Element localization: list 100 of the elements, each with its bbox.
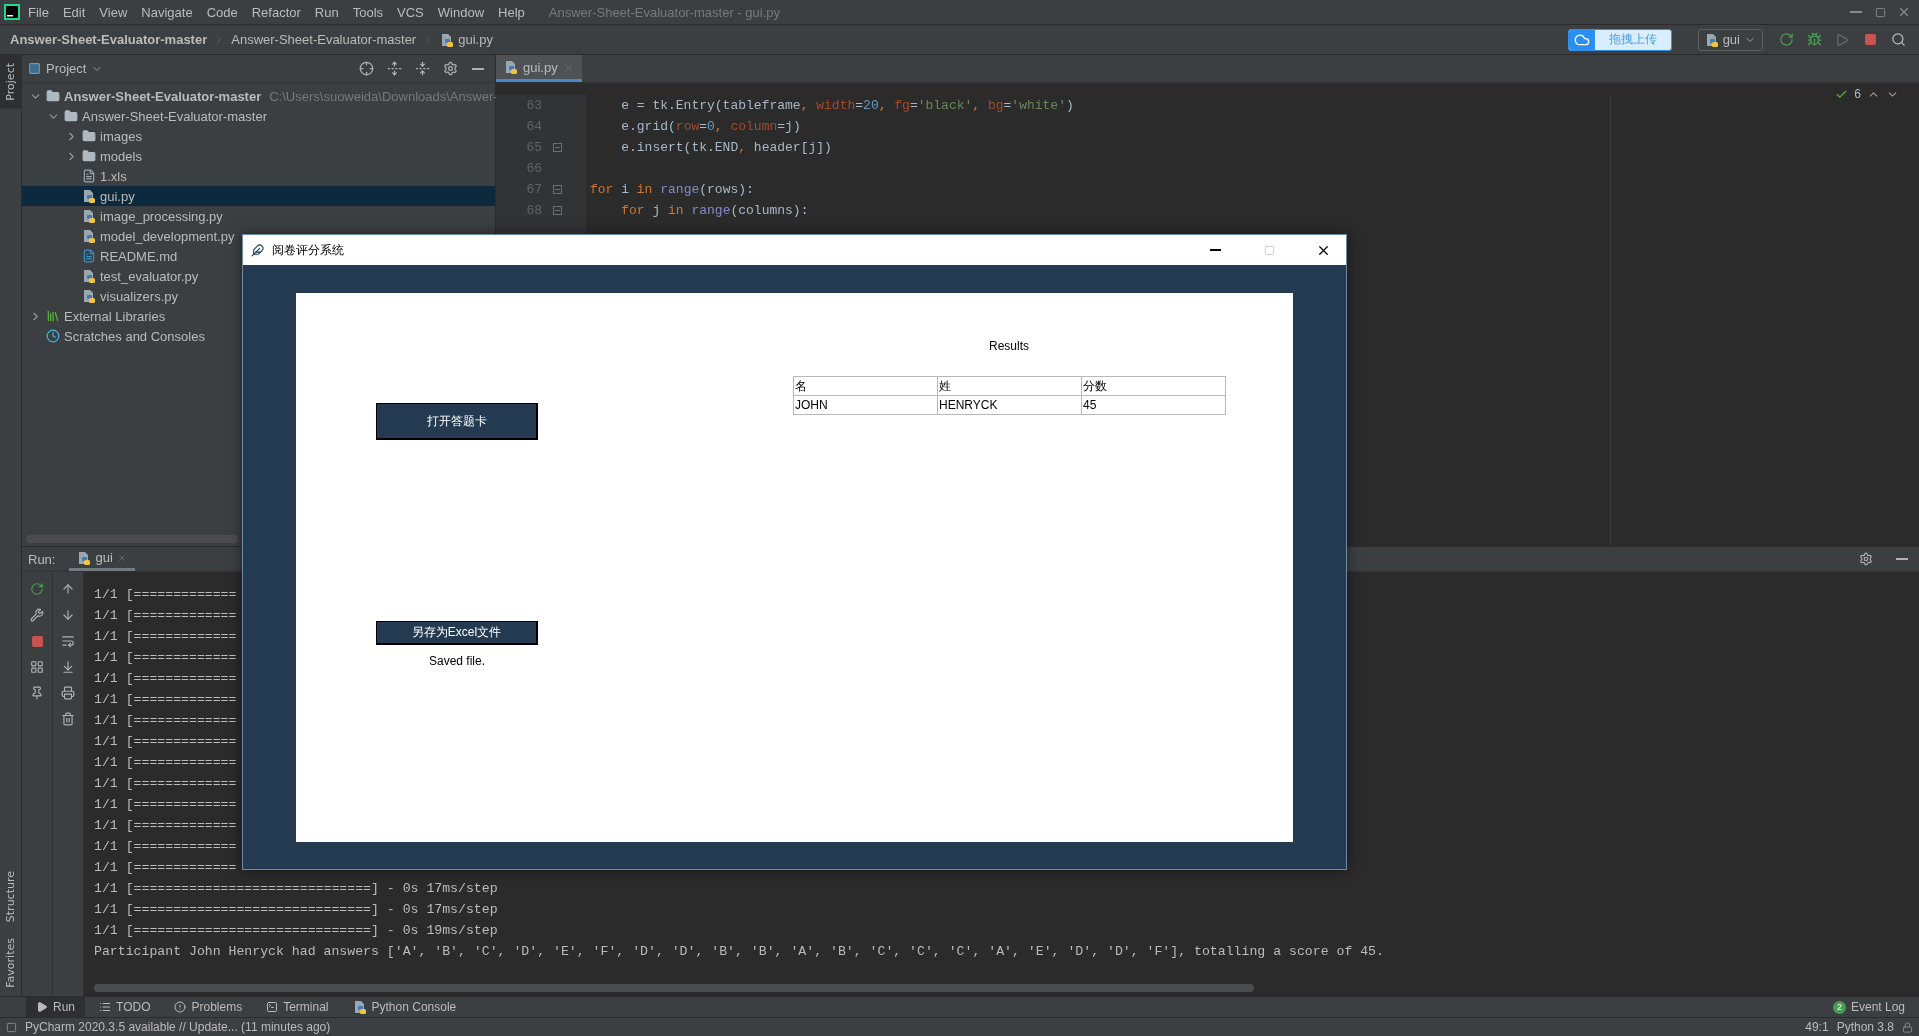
console-line: 1/1 [============= [94, 628, 237, 646]
folder-icon [82, 149, 96, 163]
console-line: 1/1 [============= [94, 817, 237, 835]
status-label: Saved file. [427, 654, 486, 668]
menu-item[interactable]: View [93, 2, 134, 22]
menu-item[interactable]: Help [492, 2, 531, 22]
close-icon [562, 61, 574, 73]
table-cell[interactable]: 分数 [1081, 376, 1226, 396]
window-title: Answer-Sheet-Evaluator-master - gui.py [548, 4, 780, 20]
status-icon [6, 1021, 17, 1033]
save-excel-button[interactable]: 另存为Excel文件 [376, 621, 538, 645]
maximize-icon [1874, 6, 1886, 18]
tree-item[interactable]: images [22, 126, 142, 146]
python-file-icon [440, 32, 455, 47]
tool-tab[interactable]: TODO [89, 997, 161, 1017]
menu-item[interactable]: Window [431, 2, 491, 22]
printer-icon [61, 686, 75, 700]
stop-icon [1863, 33, 1877, 46]
tool-tab[interactable]: Python Console [342, 997, 467, 1017]
side-tab[interactable]: Favorites [0, 930, 21, 996]
menu-item[interactable]: VCS [391, 2, 430, 22]
run-config-dropdown[interactable]: gui [1697, 28, 1763, 51]
console-line: 1/1 [============= [94, 754, 237, 772]
python-icon [77, 550, 92, 565]
tree-item[interactable]: 1.xls [22, 166, 127, 186]
trash-icon [61, 712, 75, 726]
clock-icon [46, 329, 60, 343]
table-cell[interactable]: JOHN [793, 395, 938, 415]
console-line: 1/1 [============= [94, 670, 237, 688]
tree-item[interactable]: model_development.py [22, 226, 235, 246]
console-line: 1/1 [============= [94, 712, 237, 730]
tree-item[interactable]: External Libraries [22, 306, 166, 326]
code-line: for j in range(columns): [620, 202, 810, 220]
pin-icon [30, 686, 44, 700]
tree-item[interactable]: gui.py [22, 186, 495, 206]
console-line: 1/1 [==============================] - 0s 17ms/step [94, 901, 498, 919]
close-icon [1897, 5, 1911, 19]
console-line: 1/1 [============= [94, 607, 237, 625]
tree-item[interactable]: Answer-Sheet-Evaluator-master C:\Users\suoweida\Downloads\Answer- [22, 86, 498, 106]
tree-item[interactable]: image_processing.py [22, 206, 223, 226]
project-view-dropdown[interactable]: Project [28, 61, 104, 76]
interpreter-label[interactable]: Python 3.8 [1836, 1020, 1894, 1034]
console-line: Participant John Henryck had answers ['A', 'B', 'C', 'D', 'E', 'F', 'D', 'D', 'B', 'B', 'A', 'B', 'C', 'C', 'C', 'A', 'E', 'D', 'D', 'F'], totalling a score of 45. [94, 943, 1384, 961]
close-icon [116, 552, 127, 563]
tree-item[interactable]: Answer-Sheet-Evaluator-master [22, 106, 267, 126]
play-icon [1835, 32, 1849, 47]
console-line: 1/1 [============= [94, 838, 237, 856]
scroll-end-icon [61, 660, 75, 674]
rerun-icon [1778, 32, 1794, 47]
inspection-count[interactable]: 6 [1854, 87, 1861, 101]
bug-icon [1806, 32, 1822, 47]
search-icon [1890, 32, 1906, 47]
open-answer-sheet-button[interactable]: 打开答题卡 [376, 403, 538, 440]
code-line: e.insert(tk.END, header[j]) [620, 139, 833, 157]
crosshair-icon [358, 61, 374, 76]
terminal-icon [266, 1001, 279, 1013]
menu-item[interactable]: Edit [56, 2, 92, 22]
breadcrumb[interactable]: Answer-Sheet-Evaluator-master [231, 32, 417, 47]
breadcrumb[interactable]: Answer-Sheet-Evaluator-master [10, 32, 208, 47]
python-file-icon [504, 60, 518, 74]
menu-item[interactable]: Tools [346, 2, 390, 22]
menu-item[interactable]: Refactor [245, 2, 307, 22]
list-icon [99, 1001, 111, 1013]
minimize-icon [1850, 11, 1862, 13]
wrap-icon [61, 634, 75, 648]
scrollbar[interactable] [94, 984, 1254, 992]
table-cell[interactable]: 45 [1081, 395, 1226, 415]
side-tab[interactable]: Project [0, 55, 21, 109]
event-log-tab[interactable]: 2 Event Log [1822, 997, 1915, 1017]
markdown-file-icon [82, 249, 96, 263]
minimize-icon [1209, 249, 1221, 251]
menu-item[interactable]: Run [308, 2, 345, 22]
scrollbar[interactable] [26, 535, 238, 543]
tree-item[interactable]: models [22, 146, 142, 166]
table-cell[interactable]: 名 [793, 376, 938, 396]
breadcrumb[interactable]: gui.py [440, 32, 493, 47]
python-icon [1704, 32, 1719, 47]
side-tab[interactable]: Structure [0, 863, 21, 931]
console-line: 1/1 [============= [94, 796, 237, 814]
minus-icon [472, 67, 484, 70]
menu-item[interactable]: File [22, 2, 55, 22]
library-icon [46, 309, 60, 323]
tree-item[interactable]: README.md [22, 246, 178, 266]
tool-tab[interactable]: Terminal [256, 997, 339, 1017]
menu-item[interactable]: Navigate [135, 2, 199, 22]
tree-item[interactable]: visualizers.py [22, 286, 179, 306]
tool-tab[interactable]: Problems [164, 997, 253, 1017]
menu-item[interactable]: Code [200, 2, 244, 22]
alert-icon [174, 1001, 187, 1013]
caret-position[interactable]: 49:1 [1805, 1020, 1829, 1034]
editor-tab[interactable]: gui.py [496, 55, 582, 82]
console-line: 1/1 [==============================] - 0s 17ms/step [94, 880, 498, 898]
lock-icon [1902, 1021, 1913, 1033]
tree-item[interactable]: Scratches and Consoles [22, 326, 205, 346]
tool-tab[interactable]: Run [26, 997, 85, 1017]
status-message[interactable]: PyCharm 2020.3.5 available // Update... (11 minutes ago) [25, 1020, 331, 1034]
console-line: 1/1 [==============================] - 0s 19ms/step [94, 922, 498, 940]
folder-icon [46, 89, 60, 103]
tree-item[interactable]: test_evaluator.py [22, 266, 199, 286]
expand-icon [386, 61, 402, 76]
